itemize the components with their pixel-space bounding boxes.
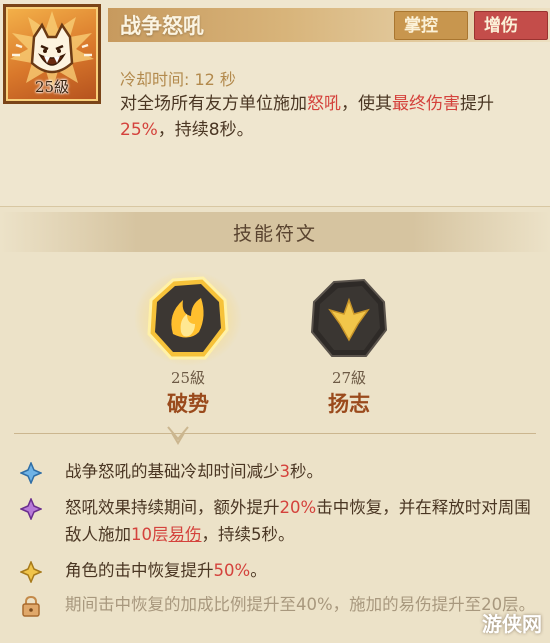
rune-gem-flame-icon [134, 270, 242, 366]
rune-option-poshi[interactable]: 25級 破势 [133, 270, 243, 430]
skill-level: 25級 [34, 78, 70, 96]
rune-gem-crest-icon [310, 278, 388, 357]
rune-level: 25級 [170, 369, 206, 387]
boost-percent: 25% [120, 120, 158, 140]
lock-icon [22, 595, 40, 617]
rune-level: 27級 [331, 369, 367, 387]
tag-damage: 增伤 [474, 11, 548, 40]
section-divider [14, 433, 536, 434]
skill-icon-war-roar[interactable]: 25級 [3, 4, 101, 104]
rune-name: 扬志 [328, 392, 370, 416]
tag-control: 掌控 [394, 11, 468, 40]
purple-diamond-icon [20, 498, 42, 520]
keyword-final-damage: 最终伤害 [392, 94, 460, 114]
gold-diamond-icon [20, 561, 42, 583]
keyword-roar: 怒吼 [307, 94, 341, 114]
keyword-vulnerable[interactable]: 易伤 [169, 525, 202, 544]
divider [0, 206, 550, 207]
chevron-down-icon [167, 426, 189, 445]
rune-name: 破势 [167, 392, 209, 416]
rune-section-title: 技能符文 [232, 223, 317, 245]
skill-title: 战争怒吼 [120, 14, 204, 38]
skill-description: 对全场所有友方单位施加怒吼，使其最终伤害提升25%，持续8秒。 [120, 94, 494, 140]
rune-option-yangzhi[interactable]: 27級 扬志 [294, 270, 404, 430]
blue-diamond-icon [20, 462, 42, 484]
cooldown-text: 冷却时间: 12 秒 [120, 70, 236, 89]
watermark: 游侠网 [482, 612, 542, 636]
